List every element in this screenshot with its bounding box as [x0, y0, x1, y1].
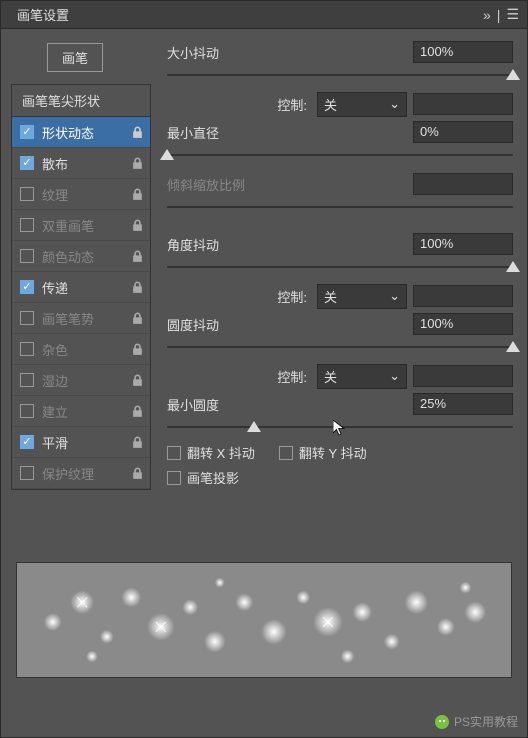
- sidebar-item-label: 颜色动态: [42, 247, 130, 266]
- min-diameter-slider[interactable]: [167, 147, 513, 165]
- angle-jitter-value[interactable]: 100%: [413, 233, 513, 255]
- brush-projection-checkbox[interactable]: 画笔投影: [167, 468, 239, 487]
- sidebar-item-scatter[interactable]: 散布: [12, 148, 150, 179]
- lock-icon[interactable]: [130, 281, 144, 294]
- divider: |: [497, 7, 501, 23]
- chevron-down-icon: ⌄: [389, 368, 400, 384]
- sidebar-item-wet-edges[interactable]: 湿边: [12, 365, 150, 396]
- control-label: 控制:: [167, 367, 317, 386]
- sidebar-item-label: 保护纹理: [42, 464, 130, 483]
- lock-icon[interactable]: [130, 467, 144, 480]
- lock-icon[interactable]: [130, 436, 144, 449]
- checkbox-icon[interactable]: [20, 404, 34, 418]
- brush-button[interactable]: 画笔: [47, 43, 103, 72]
- sidebar-item-label: 形状动态: [42, 123, 130, 142]
- lock-icon[interactable]: [130, 405, 144, 418]
- sidebar-item-label: 画笔笔势: [42, 309, 130, 328]
- min-diameter-value[interactable]: 0%: [413, 121, 513, 143]
- min-diameter-label: 最小直径: [167, 123, 413, 142]
- flip-y-checkbox[interactable]: 翻转 Y 抖动: [279, 443, 367, 462]
- checkbox-icon[interactable]: [20, 342, 34, 356]
- sidebar-item-label: 双重画笔: [42, 216, 130, 235]
- sidebar-item-transfer[interactable]: 传递: [12, 272, 150, 303]
- menu-icon[interactable]: ☰: [506, 6, 519, 23]
- sidebar-item-brush-pose[interactable]: 画笔笔势: [12, 303, 150, 334]
- control2-select[interactable]: 关⌄: [317, 284, 407, 309]
- wechat-icon: [434, 714, 450, 730]
- control3-value[interactable]: [413, 365, 513, 387]
- sidebar-item-label: 杂色: [42, 340, 130, 359]
- flip-x-checkbox[interactable]: 翻转 X 抖动: [167, 443, 255, 462]
- sidebar-item-protect-texture[interactable]: 保护纹理: [12, 458, 150, 489]
- sidebar-item-texture[interactable]: 纹理: [12, 179, 150, 210]
- control1-select[interactable]: 关⌄: [317, 92, 407, 117]
- watermark: PS实用教程: [434, 713, 518, 730]
- brush-tip-shape[interactable]: 画笔笔尖形状: [12, 85, 150, 117]
- round-jitter-slider[interactable]: [167, 339, 513, 357]
- sidebar-item-label: 传递: [42, 278, 130, 297]
- brush-preview: [16, 562, 512, 678]
- size-jitter-value[interactable]: 100%: [413, 41, 513, 63]
- checkbox-icon[interactable]: [20, 280, 34, 294]
- sidebar-item-color-dynamics[interactable]: 颜色动态: [12, 241, 150, 272]
- lock-icon[interactable]: [130, 157, 144, 170]
- brush-options-list: 画笔笔尖形状 形状动态 散布 纹理 双: [11, 84, 151, 490]
- chevron-down-icon: ⌄: [389, 288, 400, 304]
- lock-icon[interactable]: [130, 250, 144, 263]
- checkbox-icon: [167, 446, 181, 460]
- checkbox-icon[interactable]: [20, 125, 34, 139]
- sidebar-item-smoothing[interactable]: 平滑: [12, 427, 150, 458]
- sidebar-item-label: 散布: [42, 154, 130, 173]
- checkbox-icon[interactable]: [20, 156, 34, 170]
- min-round-label: 最小圆度: [167, 395, 413, 414]
- checkbox-icon[interactable]: [20, 311, 34, 325]
- min-round-slider[interactable]: [167, 419, 513, 437]
- sidebar-item-shape-dynamics[interactable]: 形状动态: [12, 117, 150, 148]
- collapse-icon[interactable]: »: [483, 7, 491, 23]
- title-bar: 画笔设置 » | ☰: [1, 1, 527, 29]
- control2-value[interactable]: [413, 285, 513, 307]
- lock-icon[interactable]: [130, 374, 144, 387]
- checkbox-icon[interactable]: [20, 466, 34, 480]
- panel-title[interactable]: 画笔设置: [9, 3, 77, 26]
- sidebar-item-label: 平滑: [42, 433, 130, 452]
- lock-icon[interactable]: [130, 126, 144, 139]
- round-jitter-label: 圆度抖动: [167, 315, 413, 334]
- control-label: 控制:: [167, 287, 317, 306]
- lock-icon[interactable]: [130, 343, 144, 356]
- flip-y-label: 翻转 Y 抖动: [299, 443, 367, 462]
- checkbox-icon[interactable]: [20, 373, 34, 387]
- sidebar-item-label: 湿边: [42, 371, 130, 390]
- angle-jitter-label: 角度抖动: [167, 235, 413, 254]
- flip-x-label: 翻转 X 抖动: [187, 443, 255, 462]
- control1-value[interactable]: [413, 93, 513, 115]
- min-round-value[interactable]: 25%: [413, 393, 513, 415]
- size-jitter-label: 大小抖动: [167, 43, 413, 62]
- control-label: 控制:: [167, 95, 317, 114]
- size-jitter-slider[interactable]: [167, 67, 513, 85]
- checkbox-icon: [167, 471, 181, 485]
- sidebar-item-dual-brush[interactable]: 双重画笔: [12, 210, 150, 241]
- checkbox-icon[interactable]: [20, 187, 34, 201]
- tilt-scale-slider: [167, 199, 513, 217]
- checkbox-icon[interactable]: [20, 249, 34, 263]
- brush-projection-label: 画笔投影: [187, 468, 239, 487]
- sidebar-item-buildup[interactable]: 建立: [12, 396, 150, 427]
- checkbox-icon[interactable]: [20, 218, 34, 232]
- checkbox-icon[interactable]: [20, 435, 34, 449]
- chevron-down-icon: ⌄: [389, 96, 400, 112]
- angle-jitter-slider[interactable]: [167, 259, 513, 277]
- checkbox-icon: [279, 446, 293, 460]
- lock-icon[interactable]: [130, 219, 144, 232]
- lock-icon[interactable]: [130, 188, 144, 201]
- sidebar-item-label: 纹理: [42, 185, 130, 204]
- round-jitter-value[interactable]: 100%: [413, 313, 513, 335]
- tilt-scale-label: 倾斜缩放比例: [167, 175, 413, 194]
- control3-select[interactable]: 关⌄: [317, 364, 407, 389]
- tilt-scale-value: [413, 173, 513, 195]
- lock-icon[interactable]: [130, 312, 144, 325]
- sidebar-item-noise[interactable]: 杂色: [12, 334, 150, 365]
- sidebar-item-label: 建立: [42, 402, 130, 421]
